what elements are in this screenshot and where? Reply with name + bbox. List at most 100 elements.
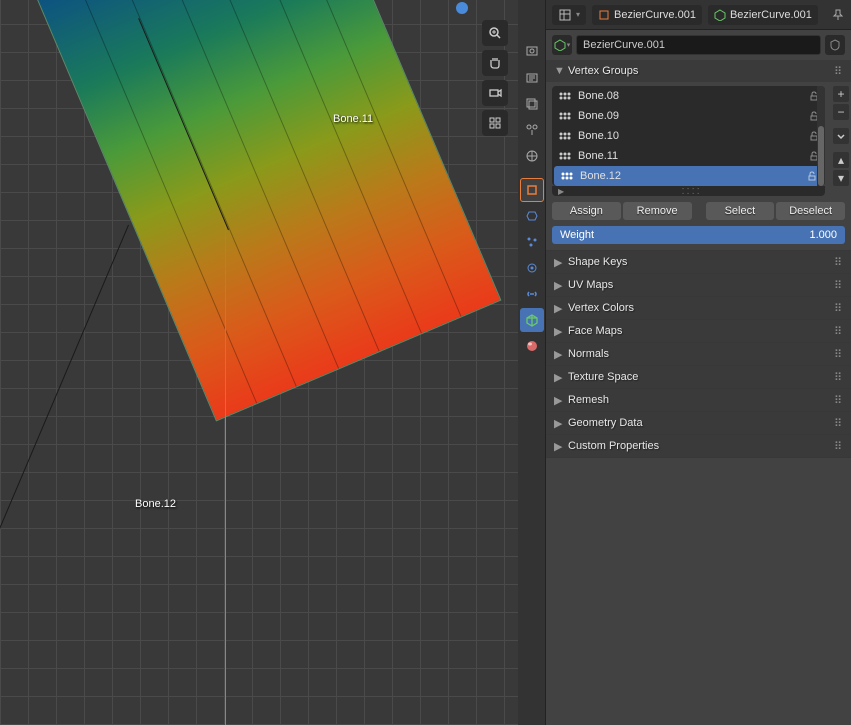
tab-object[interactable] — [520, 178, 544, 202]
weight-value: 1.000 — [809, 229, 837, 241]
weight-label: Weight — [560, 229, 594, 241]
tab-mesh-data[interactable] — [520, 308, 544, 332]
section-header-remesh[interactable]: ▶Remesh⠿ — [546, 389, 851, 411]
vertex-group-name: Bone.10 — [578, 130, 619, 142]
breadcrumb-data[interactable]: BezierCurve.001 — [708, 5, 818, 25]
vertex-group-icon — [558, 131, 572, 141]
tab-render[interactable] — [520, 40, 544, 64]
axis-z-line — [225, 225, 226, 725]
remove-button[interactable]: Remove — [623, 202, 692, 220]
fake-user-toggle[interactable] — [825, 35, 845, 55]
datablock-name-row: ▾ BezierCurve.001 — [546, 30, 851, 60]
tab-modifiers[interactable] — [520, 204, 544, 228]
tab-particles[interactable] — [520, 230, 544, 254]
drag-handle-icon: ⠿ — [834, 65, 843, 78]
vertex-group-list-footer: ▶ :::: — [552, 186, 825, 196]
remove-vertex-group-button[interactable]: − — [833, 104, 849, 120]
editor-type-dropdown[interactable]: ▾ — [552, 5, 586, 25]
drag-handle-icon: ⠿ — [834, 440, 843, 453]
section-header-vertex-colors[interactable]: ▶Vertex Colors⠿ — [546, 297, 851, 319]
section-vertex-groups: ▼ Vertex Groups ⠿ Bone.08 Bone.09 — [546, 60, 851, 251]
section-header-vertex-groups[interactable]: ▼ Vertex Groups ⠿ — [546, 60, 851, 82]
disclosure-triangle-icon: ▼ — [554, 65, 562, 77]
3d-viewport[interactable]: Bone.11 Bone.12 — [0, 0, 518, 725]
vertex-group-item[interactable]: Bone.10 — [552, 126, 825, 146]
section-header-face-maps[interactable]: ▶Face Maps⠿ — [546, 320, 851, 342]
drag-handle-icon: ⠿ — [834, 325, 843, 338]
zoom-icon[interactable] — [482, 20, 508, 46]
viewport-tools — [482, 20, 508, 136]
drag-handle-icon: ⠿ — [834, 256, 843, 269]
vertex-group-name: Bone.09 — [578, 110, 619, 122]
vertex-group-icon — [558, 151, 572, 161]
disclosure-triangle-icon: ▶ — [554, 417, 562, 430]
assign-button[interactable]: Assign — [552, 202, 621, 220]
section-header-uv-maps[interactable]: ▶UV Maps⠿ — [546, 274, 851, 296]
weight-slider[interactable]: Weight 1.000 — [552, 226, 845, 244]
vertex-group-buttons: Assign Remove Select Deselect — [546, 196, 851, 226]
vertex-group-side-buttons: + − ▴ ▾ — [831, 82, 851, 196]
properties-tabs — [518, 0, 546, 725]
vertex-group-item[interactable]: Bone.08 — [552, 86, 825, 106]
pan-icon[interactable] — [482, 50, 508, 76]
filter-toggle-icon[interactable]: ▶ — [558, 187, 564, 196]
disclosure-triangle-icon: ▶ — [554, 302, 562, 315]
tab-scene[interactable] — [520, 118, 544, 142]
vertex-group-icon — [560, 171, 574, 181]
disclosure-triangle-icon: ▶ — [554, 256, 562, 269]
vertex-group-icon — [558, 111, 572, 121]
disclosure-triangle-icon: ▶ — [554, 440, 562, 453]
tab-view-layer[interactable] — [520, 92, 544, 116]
deselect-button[interactable]: Deselect — [776, 202, 845, 220]
section-header-geometry-data[interactable]: ▶Geometry Data⠿ — [546, 412, 851, 434]
select-button[interactable]: Select — [706, 202, 775, 220]
drag-handle-icon: ⠿ — [834, 417, 843, 430]
datablock-name-input[interactable]: BezierCurve.001 — [576, 35, 821, 55]
drag-handle-icon: ⠿ — [834, 279, 843, 292]
bone-line-12 — [0, 225, 129, 686]
drag-handle-icon: ⠿ — [834, 302, 843, 315]
section-header-shape-keys[interactable]: ▶Shape Keys⠿ — [546, 251, 851, 273]
perspective-icon[interactable] — [482, 110, 508, 136]
move-up-button[interactable]: ▴ — [833, 152, 849, 168]
add-vertex-group-button[interactable]: + — [833, 86, 849, 102]
vertex-group-name: Bone.08 — [578, 90, 619, 102]
vertex-group-item-selected[interactable]: Bone.12 — [554, 166, 823, 186]
section-header-normals[interactable]: ▶Normals⠿ — [546, 343, 851, 365]
bone-label-12: Bone.12 — [135, 498, 176, 510]
vertex-group-menu-button[interactable] — [833, 128, 849, 144]
camera-icon[interactable] — [482, 80, 508, 106]
tab-world[interactable] — [520, 144, 544, 168]
tab-material[interactable] — [520, 334, 544, 358]
resize-grip-icon[interactable]: :::: — [681, 185, 701, 197]
vertex-group-name: Bone.12 — [580, 170, 621, 182]
list-scrollbar[interactable] — [817, 86, 825, 186]
disclosure-triangle-icon: ▶ — [554, 348, 562, 361]
disclosure-triangle-icon: ▶ — [554, 371, 562, 384]
drag-handle-icon: ⠿ — [834, 371, 843, 384]
disclosure-triangle-icon: ▶ — [554, 394, 562, 407]
tab-constraints[interactable] — [520, 282, 544, 306]
pin-icon[interactable] — [831, 8, 845, 22]
navigation-gizmo-dot[interactable] — [456, 2, 468, 14]
section-header-texture-space[interactable]: ▶Texture Space⠿ — [546, 366, 851, 388]
vertex-group-item[interactable]: Bone.11 — [552, 146, 825, 166]
section-header-custom-properties[interactable]: ▶Custom Properties⠿ — [546, 435, 851, 457]
panel-content: ▾ BezierCurve.001 BezierCurve.001 ▾ Bezi… — [546, 0, 851, 725]
properties-panel: ▾ BezierCurve.001 BezierCurve.001 ▾ Bezi… — [518, 0, 851, 725]
tab-output[interactable] — [520, 66, 544, 90]
vertex-group-icon — [558, 91, 572, 101]
bone-label-11: Bone.11 — [333, 113, 373, 125]
disclosure-triangle-icon: ▶ — [554, 325, 562, 338]
disclosure-triangle-icon: ▶ — [554, 279, 562, 292]
vertex-group-list[interactable]: Bone.08 Bone.09 Bone.10 — [552, 86, 825, 186]
properties-header: ▾ BezierCurve.001 BezierCurve.001 — [546, 0, 851, 30]
lock-icon[interactable] — [807, 171, 817, 181]
drag-handle-icon: ⠿ — [834, 348, 843, 361]
tab-physics[interactable] — [520, 256, 544, 280]
breadcrumb-object[interactable]: BezierCurve.001 — [592, 5, 702, 25]
move-down-button[interactable]: ▾ — [833, 170, 849, 186]
drag-handle-icon: ⠿ — [834, 394, 843, 407]
datablock-icon-dropdown[interactable]: ▾ — [552, 35, 572, 55]
vertex-group-item[interactable]: Bone.09 — [552, 106, 825, 126]
